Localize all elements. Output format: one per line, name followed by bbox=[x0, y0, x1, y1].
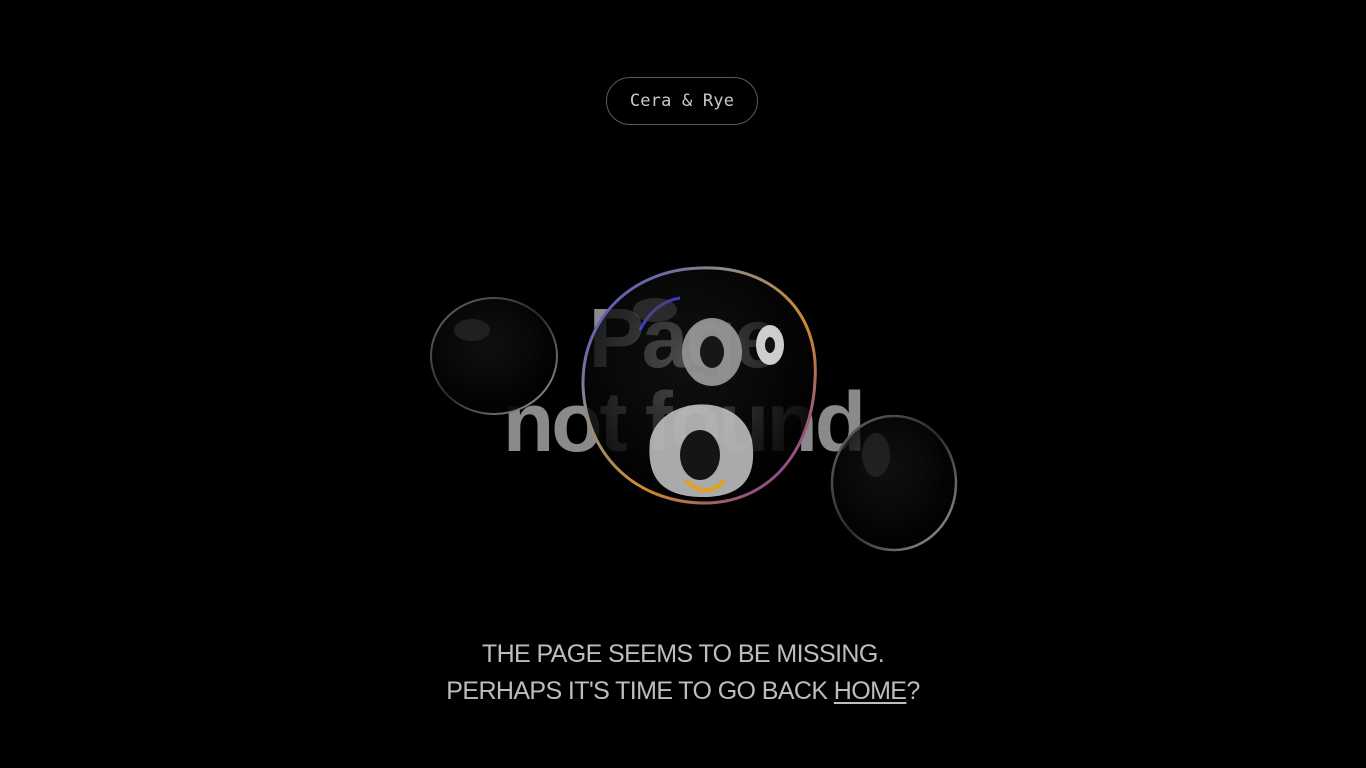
error-message: THE PAGE SEEMS TO BE MISSING. PERHAPS IT… bbox=[0, 636, 1366, 710]
message-line-2: PERHAPS IT'S TIME TO GO BACK HOME? bbox=[0, 673, 1366, 710]
message-line-1: THE PAGE SEEMS TO BE MISSING. bbox=[481, 640, 885, 668]
hero-section: Page not found bbox=[0, 0, 1366, 600]
glass-bubbles-illustration bbox=[430, 266, 958, 552]
home-link[interactable]: HOME bbox=[834, 677, 907, 705]
bubble-center bbox=[581, 266, 817, 505]
message-line-2-suffix: ? bbox=[906, 677, 920, 705]
message-line-2-prefix: PERHAPS IT'S TIME TO GO BACK bbox=[446, 677, 834, 705]
bubble-left bbox=[430, 297, 558, 415]
bubble-right bbox=[830, 414, 958, 552]
